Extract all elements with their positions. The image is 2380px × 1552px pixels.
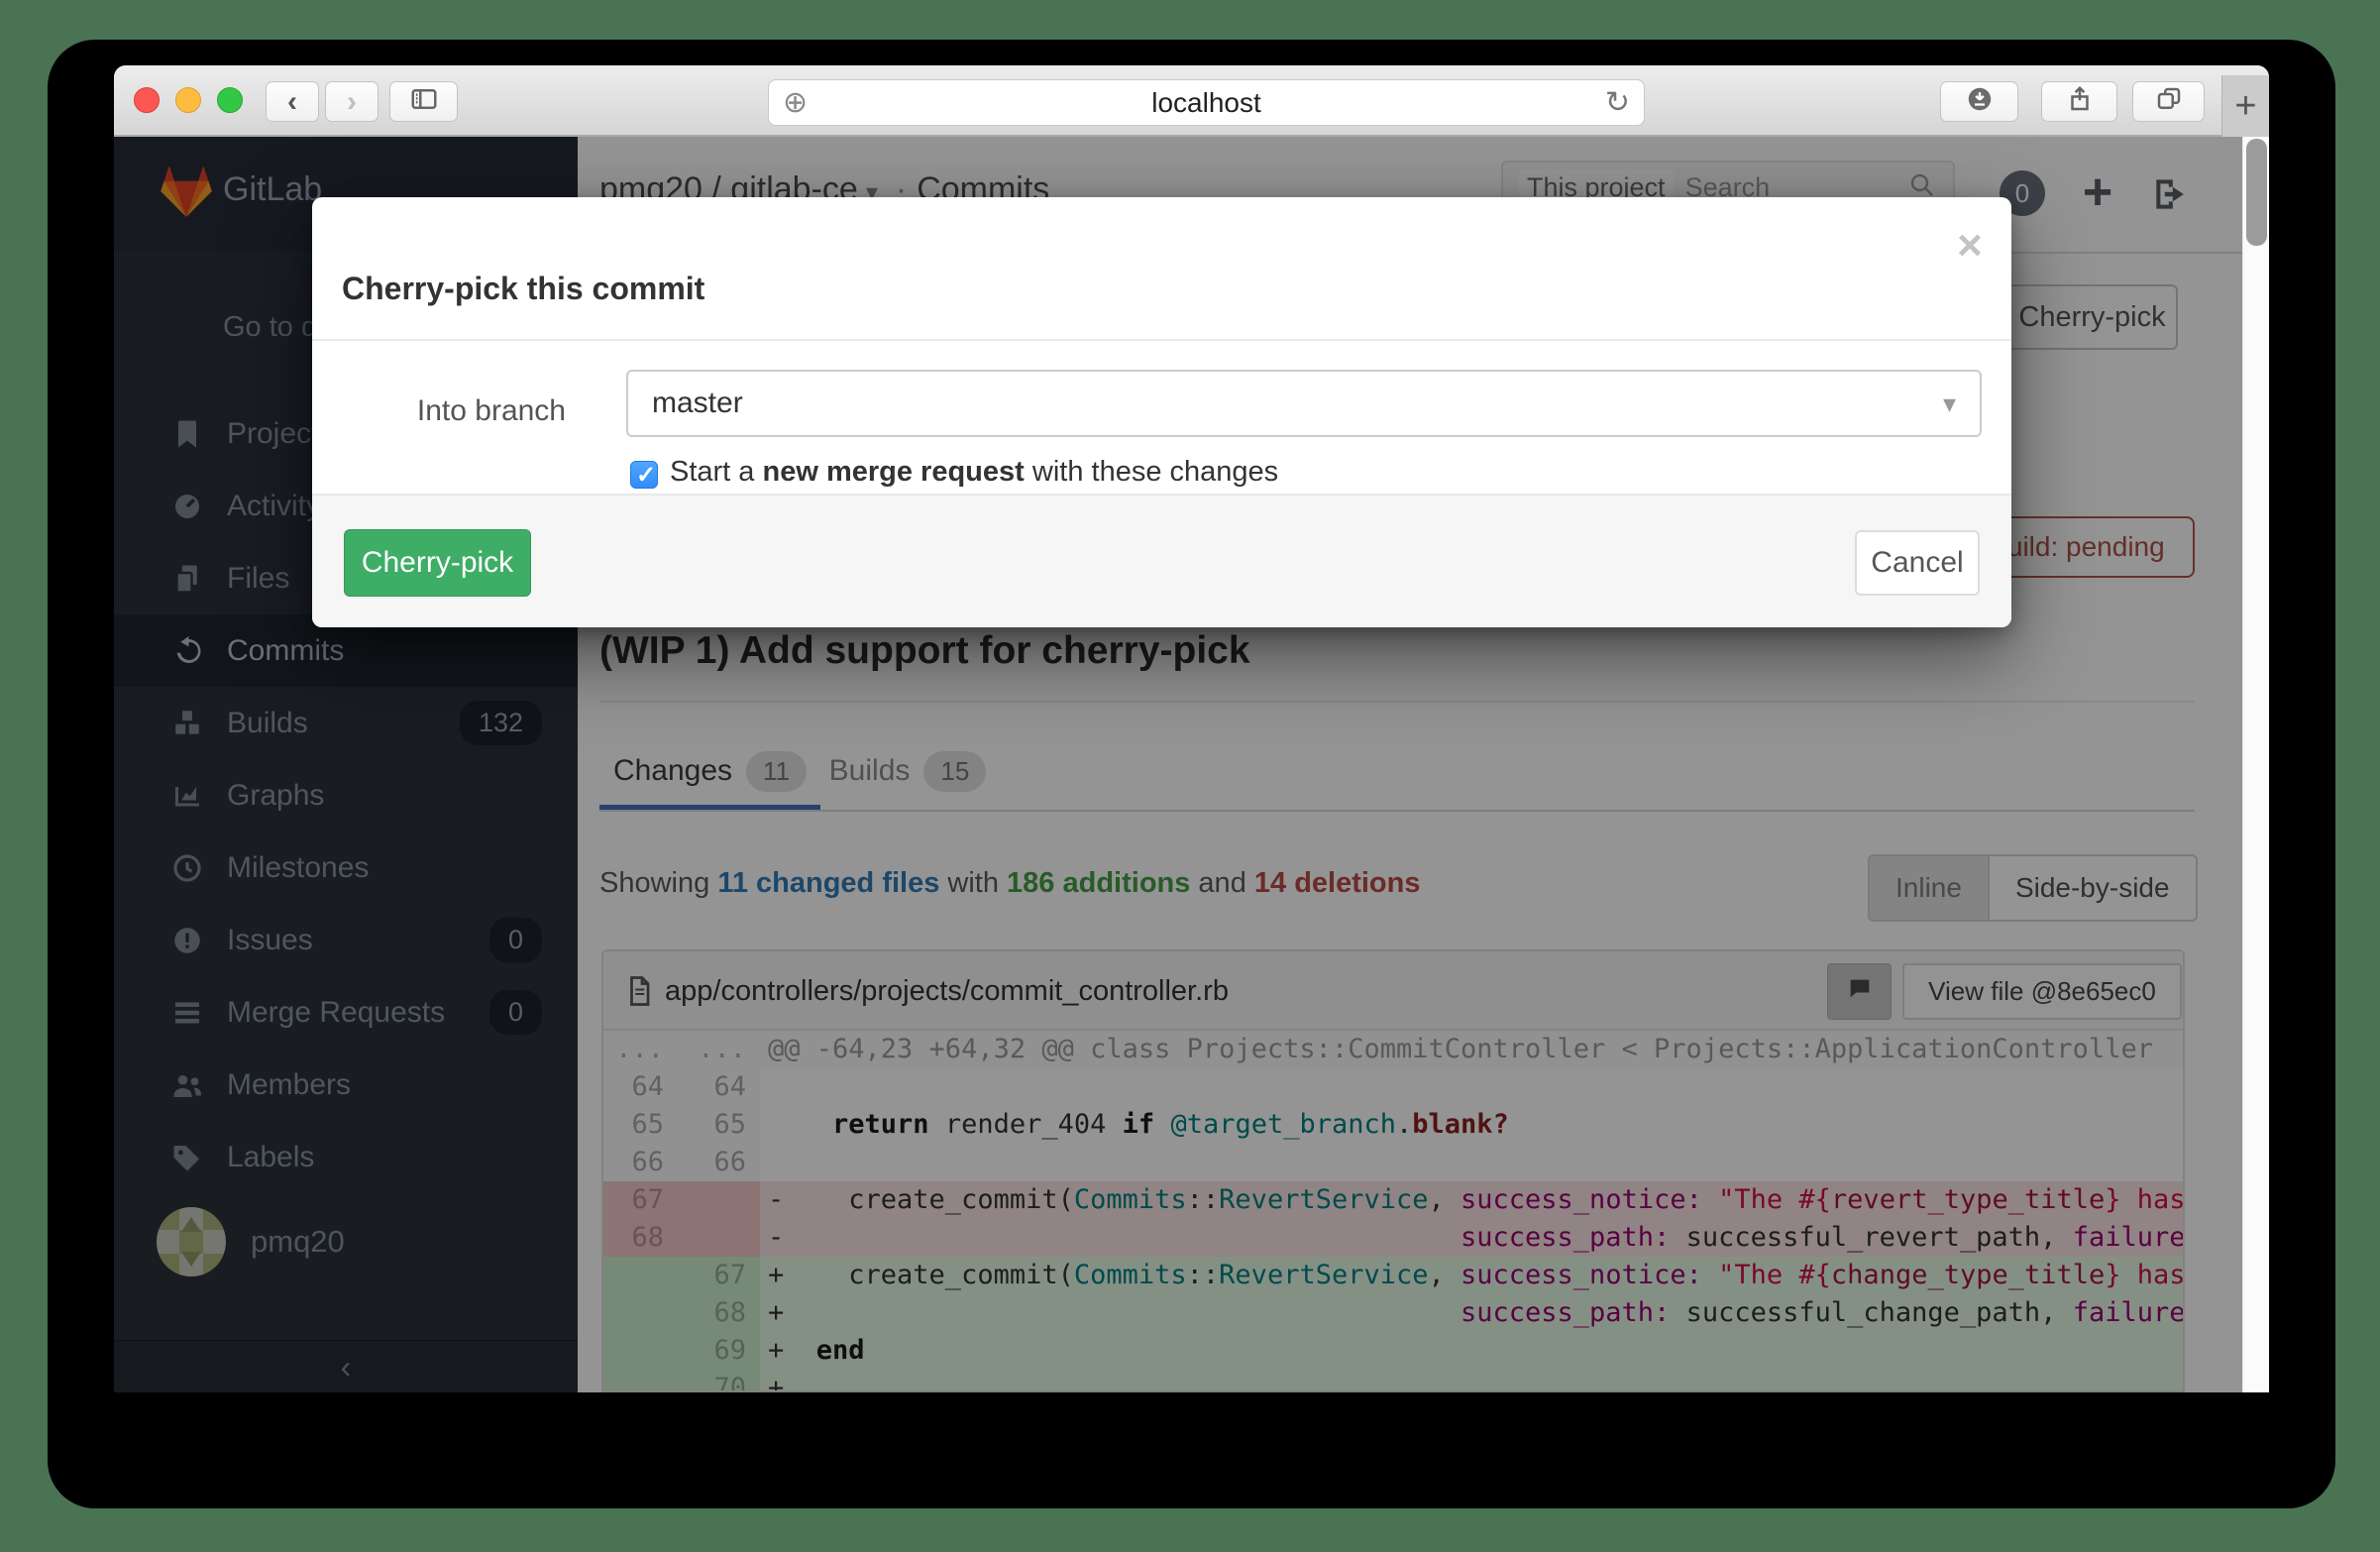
cherry-pick-submit-button[interactable]: Cherry-pick	[344, 529, 531, 597]
modal-footer: Cherry-pick Cancel	[312, 494, 2011, 627]
refresh-icon[interactable]: ↻	[1605, 85, 1630, 120]
chevron-down-icon: ▾	[1943, 372, 1956, 435]
plus-icon: +	[2234, 85, 2256, 128]
forward-button[interactable]: ›	[325, 81, 379, 122]
cancel-button[interactable]: Cancel	[1855, 530, 1980, 596]
sidebar-toggle-button[interactable]	[389, 81, 458, 122]
scrollbar-thumb[interactable]	[2246, 139, 2267, 246]
modal-title: Cherry-pick this commit	[342, 271, 704, 307]
address-bar[interactable]: ⊕ localhost ↻	[768, 79, 1645, 126]
show-tabs-button[interactable]	[2132, 81, 2205, 122]
share-icon	[2065, 84, 2095, 119]
branch-select-value: master	[652, 372, 743, 435]
minimize-window-button[interactable]	[175, 87, 201, 113]
into-branch-label: Into branch	[312, 394, 566, 428]
sidebar-toggle-icon	[409, 84, 439, 119]
branch-select[interactable]: master ▾	[626, 370, 1982, 437]
url-text: localhost	[769, 87, 1644, 119]
scrollbar-track[interactable]	[2242, 137, 2269, 1392]
forward-icon: ›	[347, 87, 357, 117]
zoom-window-button[interactable]	[217, 87, 243, 113]
browser-titlebar: ‹ › ⊕ localhost ↻	[114, 65, 2269, 137]
tabs-overview-icon	[2154, 84, 2184, 119]
downloads-button[interactable]	[1940, 81, 2018, 122]
download-icon	[1965, 84, 1995, 119]
reader-icon[interactable]: ⊕	[783, 85, 808, 120]
back-icon: ‹	[287, 87, 297, 117]
close-icon[interactable]: ×	[1945, 221, 1995, 271]
cherry-pick-modal: Cherry-pick this commit × Into branch ma…	[312, 197, 2011, 627]
close-window-button[interactable]	[134, 87, 160, 113]
divider	[312, 339, 2011, 341]
back-button[interactable]: ‹	[266, 81, 319, 122]
start-merge-request-checkbox[interactable]	[630, 461, 658, 489]
start-merge-request-label[interactable]: Start a new merge request with these cha…	[670, 456, 1278, 489]
share-button[interactable]	[2041, 81, 2117, 122]
new-tab-button[interactable]: +	[2221, 75, 2269, 137]
